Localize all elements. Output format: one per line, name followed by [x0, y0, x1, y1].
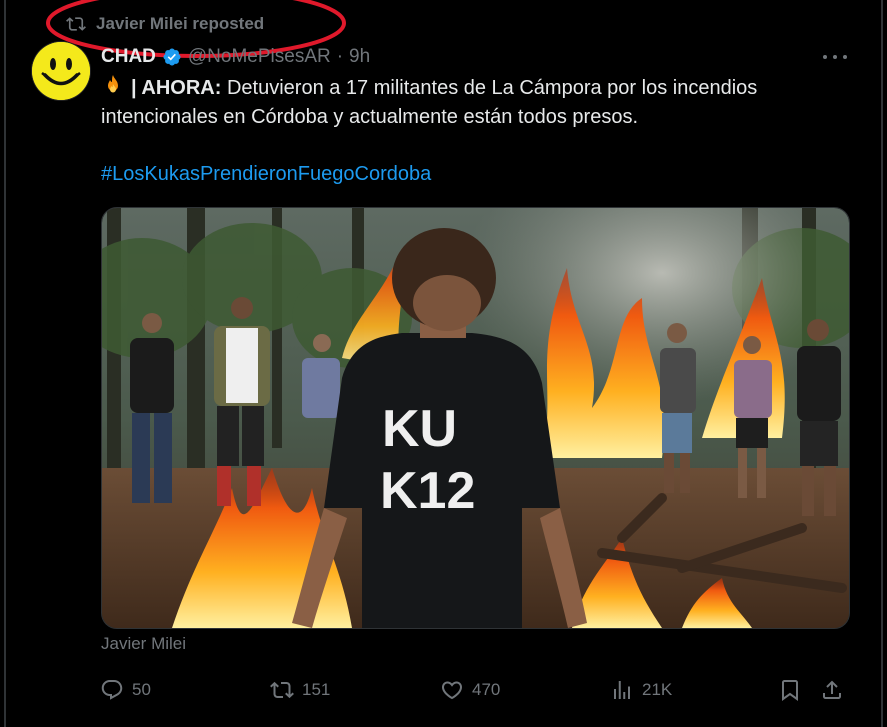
- like-button[interactable]: 470: [440, 672, 500, 708]
- tweet-text: | AHORA: Detuvieron a 17 militantes de L…: [101, 74, 841, 132]
- smiley-avatar-icon: [32, 42, 90, 100]
- avatar[interactable]: [32, 42, 90, 100]
- views-chart-icon: [614, 681, 630, 699]
- repost-indicator[interactable]: Javier Milei reposted: [66, 12, 264, 36]
- frame-right-border: [881, 0, 883, 727]
- views-count: 21K: [642, 680, 673, 699]
- verified-badge-icon[interactable]: [162, 47, 182, 67]
- shirt-text-line2: K12: [380, 462, 475, 520]
- share-icon: [823, 680, 841, 699]
- tweet-prefix: | AHORA:: [131, 77, 222, 99]
- reply-button[interactable]: 50: [100, 672, 151, 708]
- like-count: 470: [472, 680, 501, 699]
- repost-label: Javier Milei reposted: [96, 14, 265, 33]
- tweet-timestamp[interactable]: 9h: [349, 46, 370, 68]
- fire-icon: [108, 75, 118, 93]
- repost-icon: [66, 17, 86, 31]
- frame-left-border: [4, 0, 6, 727]
- share-button[interactable]: [820, 672, 844, 708]
- author-handle[interactable]: @NoMePisesAR: [188, 46, 331, 68]
- forest-fire-photo: KU K12: [102, 208, 849, 628]
- bookmark-button[interactable]: [778, 672, 802, 708]
- heart-icon: [441, 681, 463, 700]
- bookmark-icon: [782, 680, 798, 701]
- repost-icon: [270, 681, 294, 699]
- hashtag-link[interactable]: #LosKukasPrendieronFuegoCordoba: [101, 160, 431, 189]
- author-row: CHAD @NoMePisesAR · 9h: [101, 44, 370, 70]
- author-name[interactable]: CHAD: [101, 46, 156, 68]
- tweet-actions-bar: 50 151 470 21K: [100, 672, 846, 708]
- shirt-text-line1: KU: [382, 400, 457, 458]
- reply-icon: [101, 680, 123, 700]
- separator-dot: ·: [336, 46, 344, 67]
- repost-button[interactable]: 151: [270, 672, 330, 708]
- media-attribution[interactable]: Javier Milei: [101, 634, 186, 654]
- views-button[interactable]: 21K: [610, 672, 672, 708]
- more-options-icon[interactable]: [823, 48, 847, 66]
- reply-count: 50: [132, 680, 151, 699]
- repost-count: 151: [302, 680, 331, 699]
- tweet-media-image[interactable]: KU K12: [101, 207, 850, 629]
